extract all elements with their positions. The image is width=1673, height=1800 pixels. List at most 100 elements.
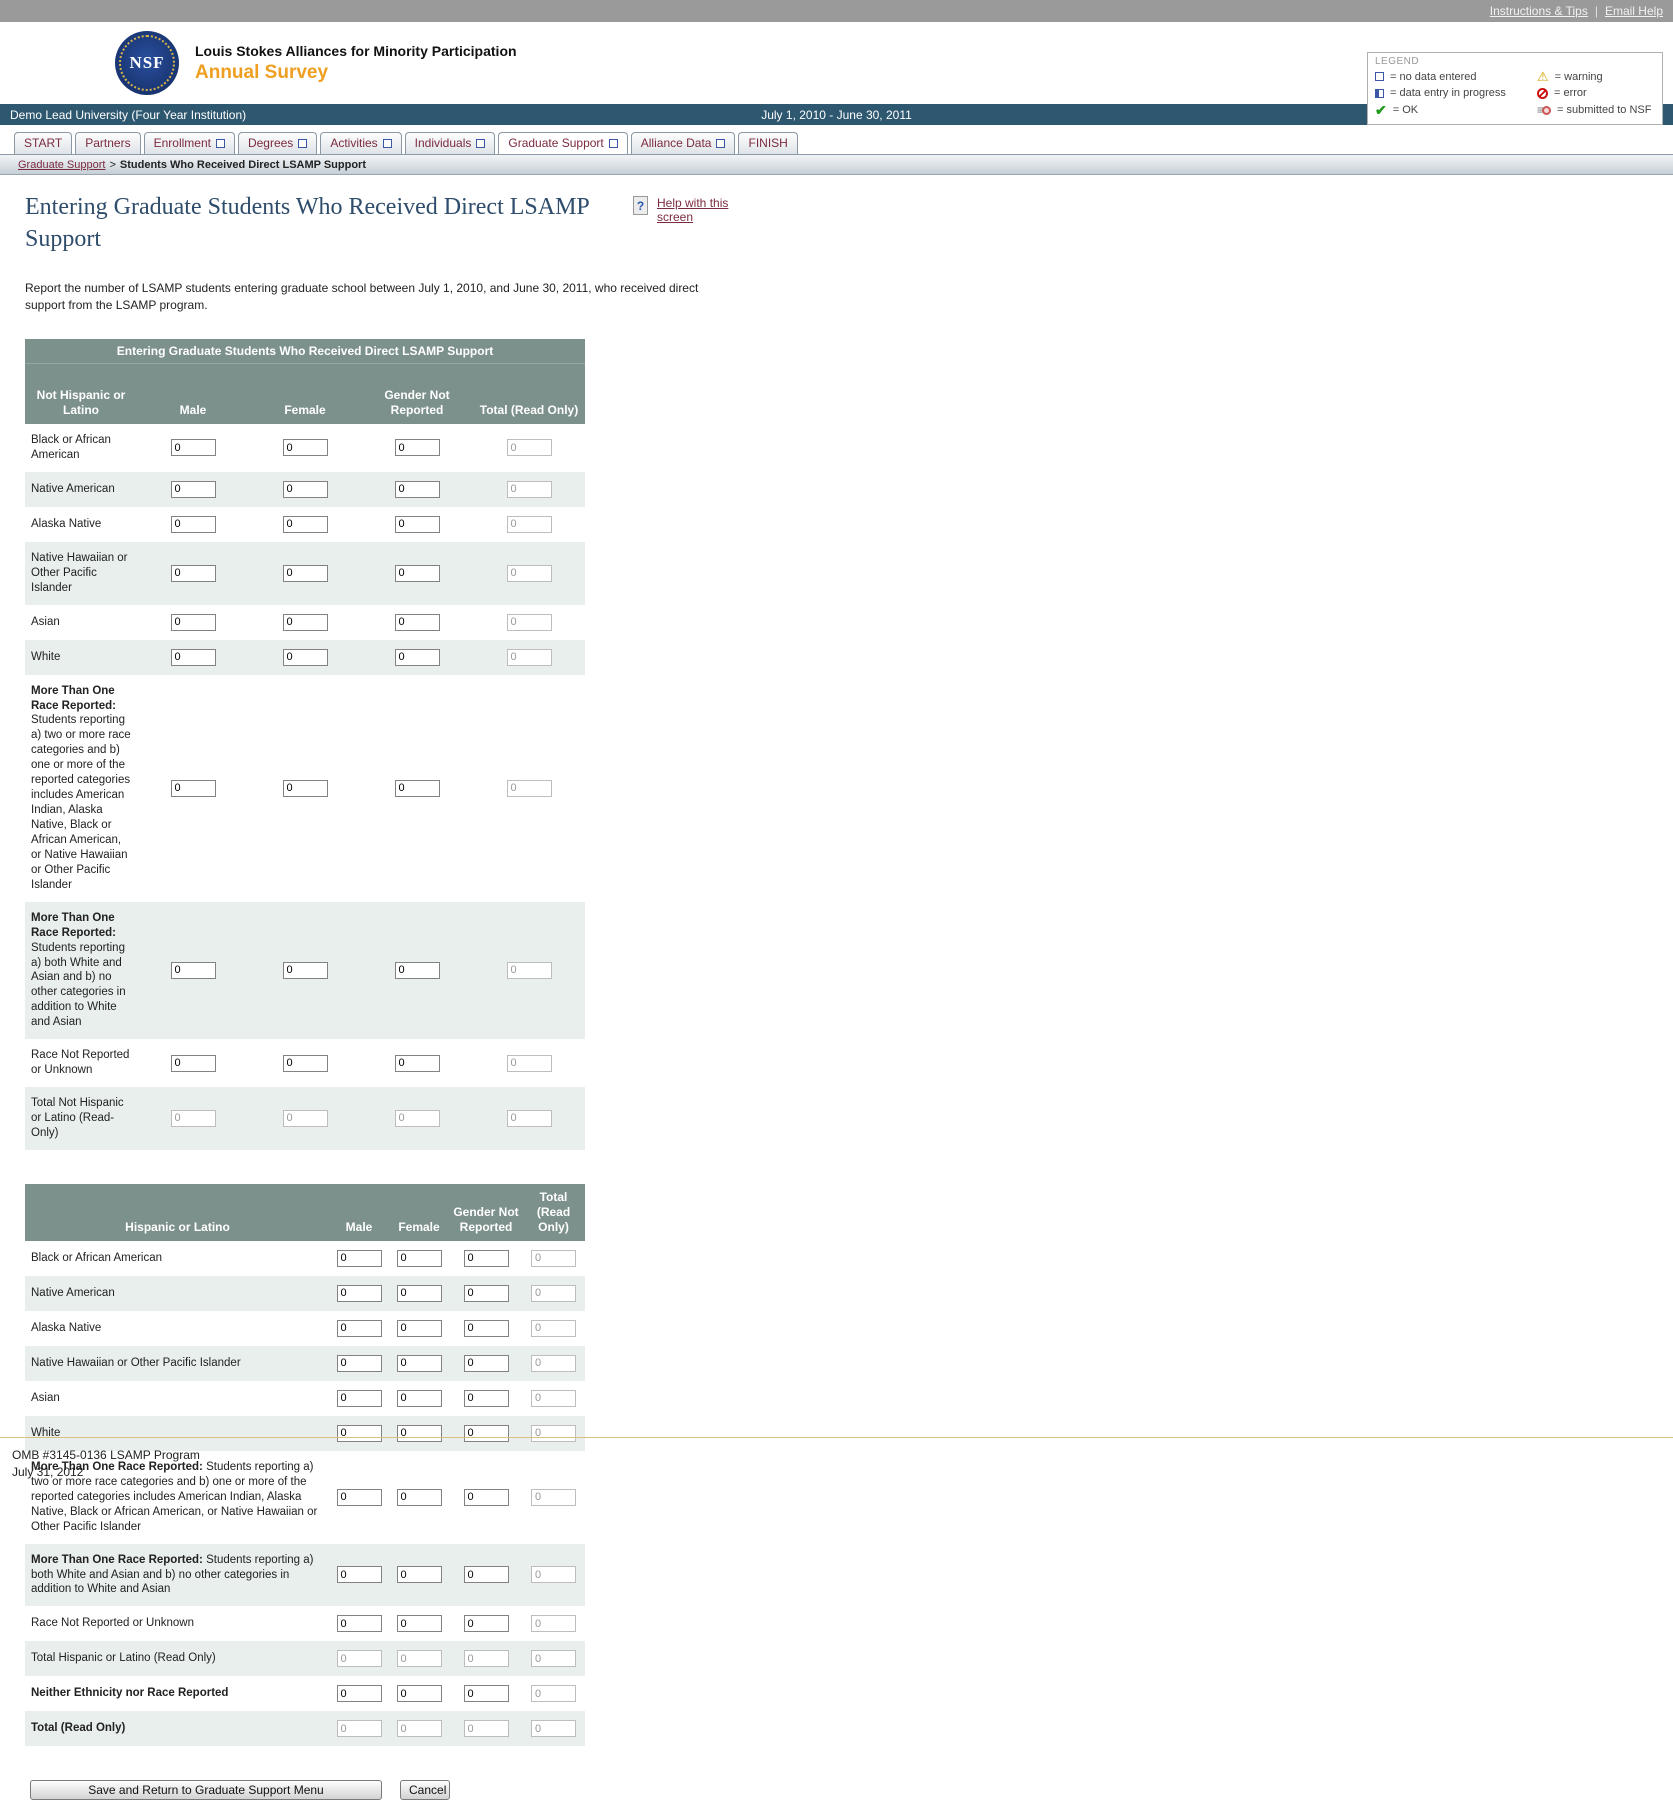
female-input[interactable] xyxy=(397,1390,442,1407)
help-with-screen-link[interactable]: Help with this screen xyxy=(657,196,729,224)
save-button[interactable]: Save and Return to Graduate Support Menu xyxy=(30,1780,382,1800)
tab-alliance-data[interactable]: Alliance Data xyxy=(631,132,736,154)
tab-bar: START Partners Enrollment Degrees Activi… xyxy=(0,125,1673,154)
female-input[interactable] xyxy=(283,614,328,631)
tab-activities[interactable]: Activities xyxy=(320,132,401,154)
female-input[interactable] xyxy=(397,1285,442,1302)
male-input[interactable] xyxy=(171,516,216,533)
row-label: Alaska Native xyxy=(25,507,137,542)
cancel-button[interactable]: Cancel xyxy=(400,1780,450,1800)
female-input[interactable] xyxy=(397,1320,442,1337)
total-input xyxy=(507,516,552,533)
table-row: Native Hawaiian or Other Pacific Islande… xyxy=(25,1346,585,1381)
table-row: Total Hispanic or Latino (Read Only) xyxy=(25,1641,585,1676)
column-header-gender-not-reported: Gender Not Reported xyxy=(450,1184,522,1241)
tab-degrees[interactable]: Degrees xyxy=(238,132,317,154)
table-row: Black or African American xyxy=(25,1241,585,1276)
male-input[interactable] xyxy=(171,962,216,979)
male-input xyxy=(337,1720,382,1737)
female-input[interactable] xyxy=(283,516,328,533)
gender-not-reported-input[interactable] xyxy=(395,565,440,582)
female-input[interactable] xyxy=(283,962,328,979)
male-input[interactable] xyxy=(337,1685,382,1702)
tab-finish[interactable]: FINISH xyxy=(738,132,797,154)
email-help-link[interactable]: Email Help xyxy=(1605,4,1663,18)
gender-not-reported-input[interactable] xyxy=(395,780,440,797)
gender-not-reported-input xyxy=(464,1720,509,1737)
table-row: More Than One Race Reported: Students re… xyxy=(25,1544,585,1607)
tab-enrollment[interactable]: Enrollment xyxy=(144,132,235,154)
female-input[interactable] xyxy=(397,1355,442,1372)
gender-not-reported-input[interactable] xyxy=(464,1685,509,1702)
female-input xyxy=(283,1110,328,1127)
tab-individuals[interactable]: Individuals xyxy=(405,132,496,154)
gender-not-reported-input[interactable] xyxy=(464,1615,509,1632)
gender-not-reported-input[interactable] xyxy=(395,439,440,456)
male-input[interactable] xyxy=(337,1390,382,1407)
no-data-square-icon xyxy=(609,139,618,148)
tab-start[interactable]: START xyxy=(14,132,72,154)
legend-label: = no data entered xyxy=(1390,71,1477,83)
row-label: Neither Ethnicity nor Race Reported xyxy=(25,1676,330,1711)
male-input[interactable] xyxy=(171,565,216,582)
help-icon[interactable]: ? xyxy=(633,196,648,215)
org-name: Louis Stokes Alliances for Minority Part… xyxy=(195,43,517,59)
total-input xyxy=(507,439,552,456)
male-input[interactable] xyxy=(337,1566,382,1583)
gender-not-reported-input[interactable] xyxy=(464,1355,509,1372)
group-header-hispanic: Hispanic or Latino xyxy=(25,1184,330,1241)
tab-label: Alliance Data xyxy=(641,136,712,150)
gender-not-reported-input[interactable] xyxy=(464,1489,509,1506)
male-input[interactable] xyxy=(337,1489,382,1506)
page-description: Report the number of LSAMP students ente… xyxy=(25,280,710,314)
tab-graduate-support[interactable]: Graduate Support xyxy=(498,132,627,154)
female-input[interactable] xyxy=(397,1566,442,1583)
male-input[interactable] xyxy=(171,1055,216,1072)
male-input[interactable] xyxy=(171,439,216,456)
gender-not-reported-input[interactable] xyxy=(395,614,440,631)
male-input[interactable] xyxy=(337,1320,382,1337)
gender-not-reported-input[interactable] xyxy=(464,1250,509,1267)
gender-not-reported-input[interactable] xyxy=(395,649,440,666)
female-input[interactable] xyxy=(283,780,328,797)
female-input[interactable] xyxy=(283,565,328,582)
gender-not-reported-input[interactable] xyxy=(395,516,440,533)
male-input[interactable] xyxy=(171,649,216,666)
gender-not-reported-input[interactable] xyxy=(395,481,440,498)
gender-not-reported-input[interactable] xyxy=(464,1566,509,1583)
female-input[interactable] xyxy=(283,649,328,666)
gender-not-reported-input[interactable] xyxy=(464,1285,509,1302)
row-label: Native Hawaiian or Other Pacific Islande… xyxy=(25,1346,330,1381)
breadcrumb-graduate-support-link[interactable]: Graduate Support xyxy=(18,159,105,171)
total-input xyxy=(507,481,552,498)
instructions-tips-link[interactable]: Instructions & Tips xyxy=(1490,4,1588,18)
female-input[interactable] xyxy=(283,1055,328,1072)
male-input[interactable] xyxy=(171,614,216,631)
row-label: Alaska Native xyxy=(25,1311,330,1346)
legend-item-warning: ⚠ = warning xyxy=(1537,70,1655,83)
male-input[interactable] xyxy=(171,481,216,498)
female-input[interactable] xyxy=(283,481,328,498)
gender-not-reported-input[interactable] xyxy=(395,962,440,979)
row-label: White xyxy=(25,640,137,675)
female-input[interactable] xyxy=(283,439,328,456)
gender-not-reported-input[interactable] xyxy=(464,1390,509,1407)
male-input[interactable] xyxy=(337,1285,382,1302)
total-input xyxy=(531,1615,576,1632)
male-input[interactable] xyxy=(337,1355,382,1372)
legend-label: = warning xyxy=(1555,71,1603,83)
female-input[interactable] xyxy=(397,1615,442,1632)
male-input[interactable] xyxy=(171,780,216,797)
male-input[interactable] xyxy=(337,1615,382,1632)
breadcrumb: Graduate Support > Students Who Received… xyxy=(0,154,1673,175)
male-input[interactable] xyxy=(337,1250,382,1267)
gender-not-reported-input[interactable] xyxy=(464,1320,509,1337)
nsf-logo-text: NSF xyxy=(115,31,179,95)
tab-partners[interactable]: Partners xyxy=(75,132,140,154)
female-input[interactable] xyxy=(397,1685,442,1702)
legend-item-ok: ✔ = OK xyxy=(1375,103,1537,117)
female-input[interactable] xyxy=(397,1489,442,1506)
gender-not-reported-input[interactable] xyxy=(395,1055,440,1072)
row-label: Total (Read Only) xyxy=(25,1711,330,1746)
female-input[interactable] xyxy=(397,1250,442,1267)
